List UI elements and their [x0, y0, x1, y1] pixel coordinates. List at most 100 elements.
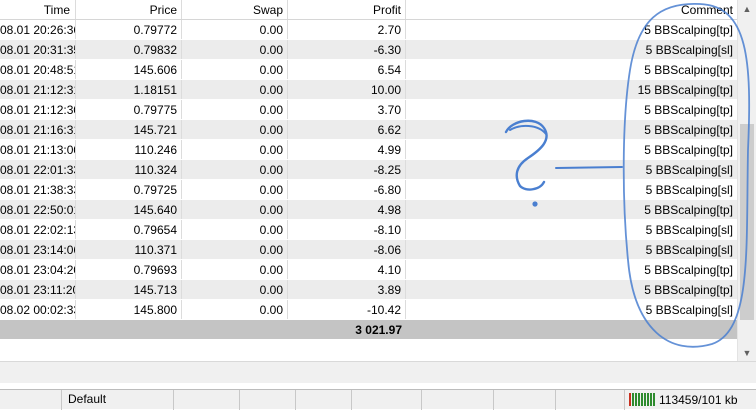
cell-time: 08.01 23:14:06 — [0, 240, 76, 259]
cell-comment: 5 BBScalping[tp] — [644, 263, 733, 277]
cell-profit: -6.80 — [288, 180, 406, 199]
empty-panel-area — [0, 361, 756, 383]
cell-time: 08.01 22:50:01 — [0, 200, 76, 219]
table-row[interactable]: 08.01 20:48:51 145.606 0.00 6.54 5 BBScalpin… — [0, 60, 737, 80]
table-row[interactable]: 08.02 00:02:33 145.800 0.00 -10.42 5 BBScalp… — [0, 300, 737, 320]
table-row[interactable]: 08.01 21:13:00 110.246 0.00 4.99 5 BBScalpin… — [0, 140, 737, 160]
cell-price: 145.713 — [76, 280, 182, 299]
status-profile[interactable]: Default — [62, 389, 174, 410]
cell-time: 08.01 20:31:35 — [0, 40, 76, 59]
cell-price: 0.79772 — [76, 20, 182, 39]
cell-comment: 15 BBScalping[tp] — [637, 83, 733, 97]
cell-price: 145.640 — [76, 200, 182, 219]
cell-comment: 5 BBScalping[tp] — [644, 23, 733, 37]
cell-swap: 0.00 — [182, 220, 288, 239]
table-row[interactable]: 08.01 21:38:33 0.79725 0.00 -6.80 5 BBScalpi… — [0, 180, 737, 200]
connection-bars-icon — [629, 393, 655, 406]
cell-comment: 5 BBScalping[sl] — [645, 163, 733, 177]
table-row[interactable]: 08.01 22:01:33 110.324 0.00 -8.25 5 BBScalpi… — [0, 160, 737, 180]
cell-profit: -10.42 — [288, 300, 406, 319]
cell-time: 08.01 21:38:33 — [0, 180, 76, 199]
status-bar: Default 113459/101 kb — [0, 389, 756, 410]
cell-comment: 5 BBScalping[sl] — [645, 183, 733, 197]
table-body: 08.01 20:26:36 0.79772 0.00 2.70 5 BBScalpin… — [0, 20, 737, 320]
cell-comment: 5 BBScalping[tp] — [644, 103, 733, 117]
cell-profit: -6.30 — [288, 40, 406, 59]
cell-profit: 2.70 — [288, 20, 406, 39]
column-header-swap[interactable]: Swap — [182, 0, 288, 19]
cell-profit: 10.00 — [288, 80, 406, 99]
cell-comment: 5 BBScalping[tp] — [644, 283, 733, 297]
cell-profit: -8.10 — [288, 220, 406, 239]
table-row[interactable]: 08.01 23:11:20 145.713 0.00 3.89 5 BBScalpin… — [0, 280, 737, 300]
cell-time: 08.01 23:04:20 — [0, 260, 76, 279]
table-row[interactable]: 08.01 20:31:35 0.79832 0.00 -6.30 5 BBScalpi… — [0, 40, 737, 60]
cell-swap: 0.00 — [182, 80, 288, 99]
cell-time: 08.01 22:01:33 — [0, 160, 76, 179]
connection-status[interactable]: 113459/101 kb — [625, 390, 738, 410]
cell-swap: 0.00 — [182, 40, 288, 59]
cell-price: 1.18151 — [76, 80, 182, 99]
cell-time: 08.01 21:16:31 — [0, 120, 76, 139]
cell-swap: 0.00 — [182, 140, 288, 159]
table-row[interactable]: 08.01 22:50:01 145.640 0.00 4.98 5 BBScalpin… — [0, 200, 737, 220]
cell-comment: 5 BBScalping[tp] — [644, 203, 733, 217]
cell-profit: 3.70 — [288, 100, 406, 119]
traffic-readout: 113459/101 kb — [659, 392, 738, 407]
cell-swap: 0.00 — [182, 280, 288, 299]
table-row[interactable]: 08.01 20:26:36 0.79772 0.00 2.70 5 BBScalpin… — [0, 20, 737, 40]
cell-time: 08.01 20:48:51 — [0, 60, 76, 79]
table-row[interactable]: 08.01 21:12:30 0.79775 0.00 3.70 5 BBScalpin… — [0, 100, 737, 120]
cell-comment: 5 BBScalping[tp] — [644, 123, 733, 137]
cell-swap: 0.00 — [182, 20, 288, 39]
cell-price: 110.246 — [76, 140, 182, 159]
cell-swap: 0.00 — [182, 180, 288, 199]
cell-swap: 0.00 — [182, 60, 288, 79]
cell-profit: 6.62 — [288, 120, 406, 139]
cell-comment: 5 BBScalping[tp] — [644, 143, 733, 157]
cell-time: 08.02 00:02:33 — [0, 300, 76, 319]
cell-price: 110.324 — [76, 160, 182, 179]
vertical-scrollbar[interactable]: ▲ ▼ — [737, 0, 756, 363]
cell-swap: 0.00 — [182, 260, 288, 279]
cell-time: 08.01 21:12:30 — [0, 100, 76, 119]
total-row: 3 021.97 — [0, 320, 737, 339]
cell-price: 0.79775 — [76, 100, 182, 119]
cell-comment: 5 BBScalping[tp] — [644, 63, 733, 77]
column-header-time[interactable]: Time — [0, 0, 76, 19]
cell-price: 145.606 — [76, 60, 182, 79]
cell-time: 08.01 21:12:31 — [0, 80, 76, 99]
column-header-comment[interactable]: Comment — [406, 0, 737, 19]
column-header-price[interactable]: Price — [76, 0, 182, 19]
cell-comment: 5 BBScalping[sl] — [645, 223, 733, 237]
table-row[interactable]: 08.01 21:12:31 1.18151 0.00 10.00 15 BBScalp… — [0, 80, 737, 100]
cell-comment: 5 BBScalping[sl] — [645, 43, 733, 57]
cell-profit: -8.25 — [288, 160, 406, 179]
cell-profit: 4.99 — [288, 140, 406, 159]
table-row[interactable]: 08.01 23:04:20 0.79693 0.00 4.10 5 BBScalpin… — [0, 260, 737, 280]
cell-swap: 0.00 — [182, 200, 288, 219]
cell-swap: 0.00 — [182, 240, 288, 259]
cell-profit: 4.10 — [288, 260, 406, 279]
table-row[interactable]: 08.01 21:16:31 145.721 0.00 6.62 5 BBScalpin… — [0, 120, 737, 140]
cell-time: 08.01 20:26:36 — [0, 20, 76, 39]
cell-price: 145.721 — [76, 120, 182, 139]
cell-price: 145.800 — [76, 300, 182, 319]
table-row[interactable]: 08.01 23:14:06 110.371 0.00 -8.06 5 BBScalpi… — [0, 240, 737, 260]
cell-comment: 5 BBScalping[sl] — [645, 303, 733, 317]
cell-profit: 6.54 — [288, 60, 406, 79]
column-header-profit[interactable]: Profit — [288, 0, 406, 19]
scrollbar-thumb[interactable] — [740, 124, 754, 320]
table-row[interactable]: 08.01 22:02:13 0.79654 0.00 -8.10 5 BBScalpi… — [0, 220, 737, 240]
scroll-down-arrow-icon[interactable]: ▼ — [738, 344, 756, 362]
cell-price: 0.79832 — [76, 40, 182, 59]
cell-price: 110.371 — [76, 240, 182, 259]
cell-swap: 0.00 — [182, 300, 288, 319]
table-header: Time Price Swap Profit Comment — [0, 0, 737, 20]
cell-comment: 5 BBScalping[sl] — [645, 243, 733, 257]
cell-swap: 0.00 — [182, 100, 288, 119]
trade-history-table: Time Price Swap Profit Comment 08.01 20:… — [0, 0, 737, 339]
cell-time: 08.01 21:13:00 — [0, 140, 76, 159]
cell-profit: -8.06 — [288, 240, 406, 259]
scroll-up-arrow-icon[interactable]: ▲ — [738, 0, 756, 18]
